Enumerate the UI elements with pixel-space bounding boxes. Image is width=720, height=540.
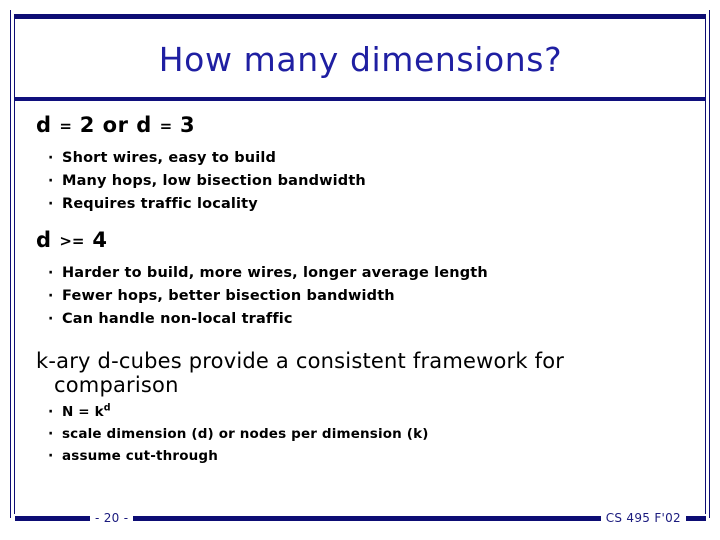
bullet-dot-icon: · xyxy=(48,150,54,166)
list-item: · Short wires, easy to build xyxy=(36,147,696,170)
bullet-dot-icon: · xyxy=(48,426,54,442)
section-d-equals-2-or-3: d = 2 or d = 3 · Short wires, easy to bui… xyxy=(36,112,696,216)
bullet-text: Can handle non-local traffic xyxy=(62,311,293,327)
footer-page-number: - 20 - xyxy=(95,511,129,525)
list-item: · Fewer hops, better bisection bandwidth xyxy=(36,285,696,308)
heading-1-prefix: d xyxy=(36,113,52,137)
heading-3-line2: comparison xyxy=(54,373,179,397)
heading-1-suffix: 3 xyxy=(180,113,196,137)
heading-3-line1: k-ary d-cubes provide a consistent frame… xyxy=(36,349,565,373)
list-item: · Harder to build, more wires, longer ave… xyxy=(36,262,696,285)
bullet-dot-icon: · xyxy=(48,196,54,212)
bullet-dot-icon: · xyxy=(48,448,54,464)
bullet-text: Short wires, easy to build xyxy=(62,150,277,166)
heading-1-operator-2: = xyxy=(159,117,173,135)
page-title: How many dimensions? xyxy=(158,40,563,79)
bullet-text: Harder to build, more wires, longer aver… xyxy=(62,265,488,281)
bullet-dot-icon: · xyxy=(48,288,54,304)
bullet-dot-icon: · xyxy=(48,265,54,281)
bullet-list-3: · N = kd · scale dimension (d) or nodes pe… xyxy=(36,401,696,467)
bullet-list-1: · Short wires, easy to build · Many hops, … xyxy=(36,147,696,216)
slide-top-bar xyxy=(15,14,706,19)
heading-2-operator: >= xyxy=(59,232,85,250)
slide: How many dimensions? d = 2 or d = 3 · Sho… xyxy=(0,0,720,540)
bullet-text: assume cut-through xyxy=(62,448,218,464)
bullet-text: Requires traffic locality xyxy=(62,196,258,212)
bullet-dot-icon: · xyxy=(48,311,54,327)
heading-2-suffix: 4 xyxy=(92,228,108,252)
bullet-text: Many hops, low bisection bandwidth xyxy=(62,173,366,189)
list-item: · Many hops, low bisection bandwidth xyxy=(36,170,696,193)
heading-2-prefix: d xyxy=(36,228,52,252)
heading-1-operator: = xyxy=(59,117,72,135)
list-item: · scale dimension (d) or nodes per dimens… xyxy=(36,423,696,445)
footer-rule-left xyxy=(15,515,90,521)
bullet-list-2: · Harder to build, more wires, longer ave… xyxy=(36,262,696,331)
section-heading-3: k-ary d-cubes provide a consistent frame… xyxy=(36,349,684,397)
section-k-ary-d-cubes: k-ary d-cubes provide a consistent frame… xyxy=(36,349,696,467)
list-item: · N = kd xyxy=(36,401,696,423)
section-d-ge-4: d >= 4 · Harder to build, more wires, lon… xyxy=(36,227,696,331)
heading-1-mid: 2 or d xyxy=(79,113,152,137)
section-heading-2: d >= 4 xyxy=(36,227,696,254)
footer-rule-right xyxy=(686,515,706,521)
bullet-text: Fewer hops, better bisection bandwidth xyxy=(62,288,395,304)
footer-course-label: CS 495 F'02 xyxy=(605,511,681,525)
list-item: · Can handle non-local traffic xyxy=(36,308,696,331)
bullet-text: scale dimension (d) or nodes per dimensi… xyxy=(62,426,429,442)
list-item: · assume cut-through xyxy=(36,445,696,467)
slide-footer: - 20 - CS 495 F'02 xyxy=(15,510,706,526)
section-heading-1: d = 2 or d = 3 xyxy=(36,112,696,139)
bullet-superscript: d xyxy=(103,402,111,414)
bullet-text: N = k xyxy=(62,404,104,420)
footer-rule-middle xyxy=(133,515,601,521)
bullet-dot-icon: · xyxy=(48,404,54,420)
bullet-dot-icon: · xyxy=(48,173,54,189)
list-item: · Requires traffic locality xyxy=(36,193,696,216)
slide-body: d = 2 or d = 3 · Short wires, easy to bui… xyxy=(36,112,696,467)
title-separator-rule xyxy=(15,97,706,101)
